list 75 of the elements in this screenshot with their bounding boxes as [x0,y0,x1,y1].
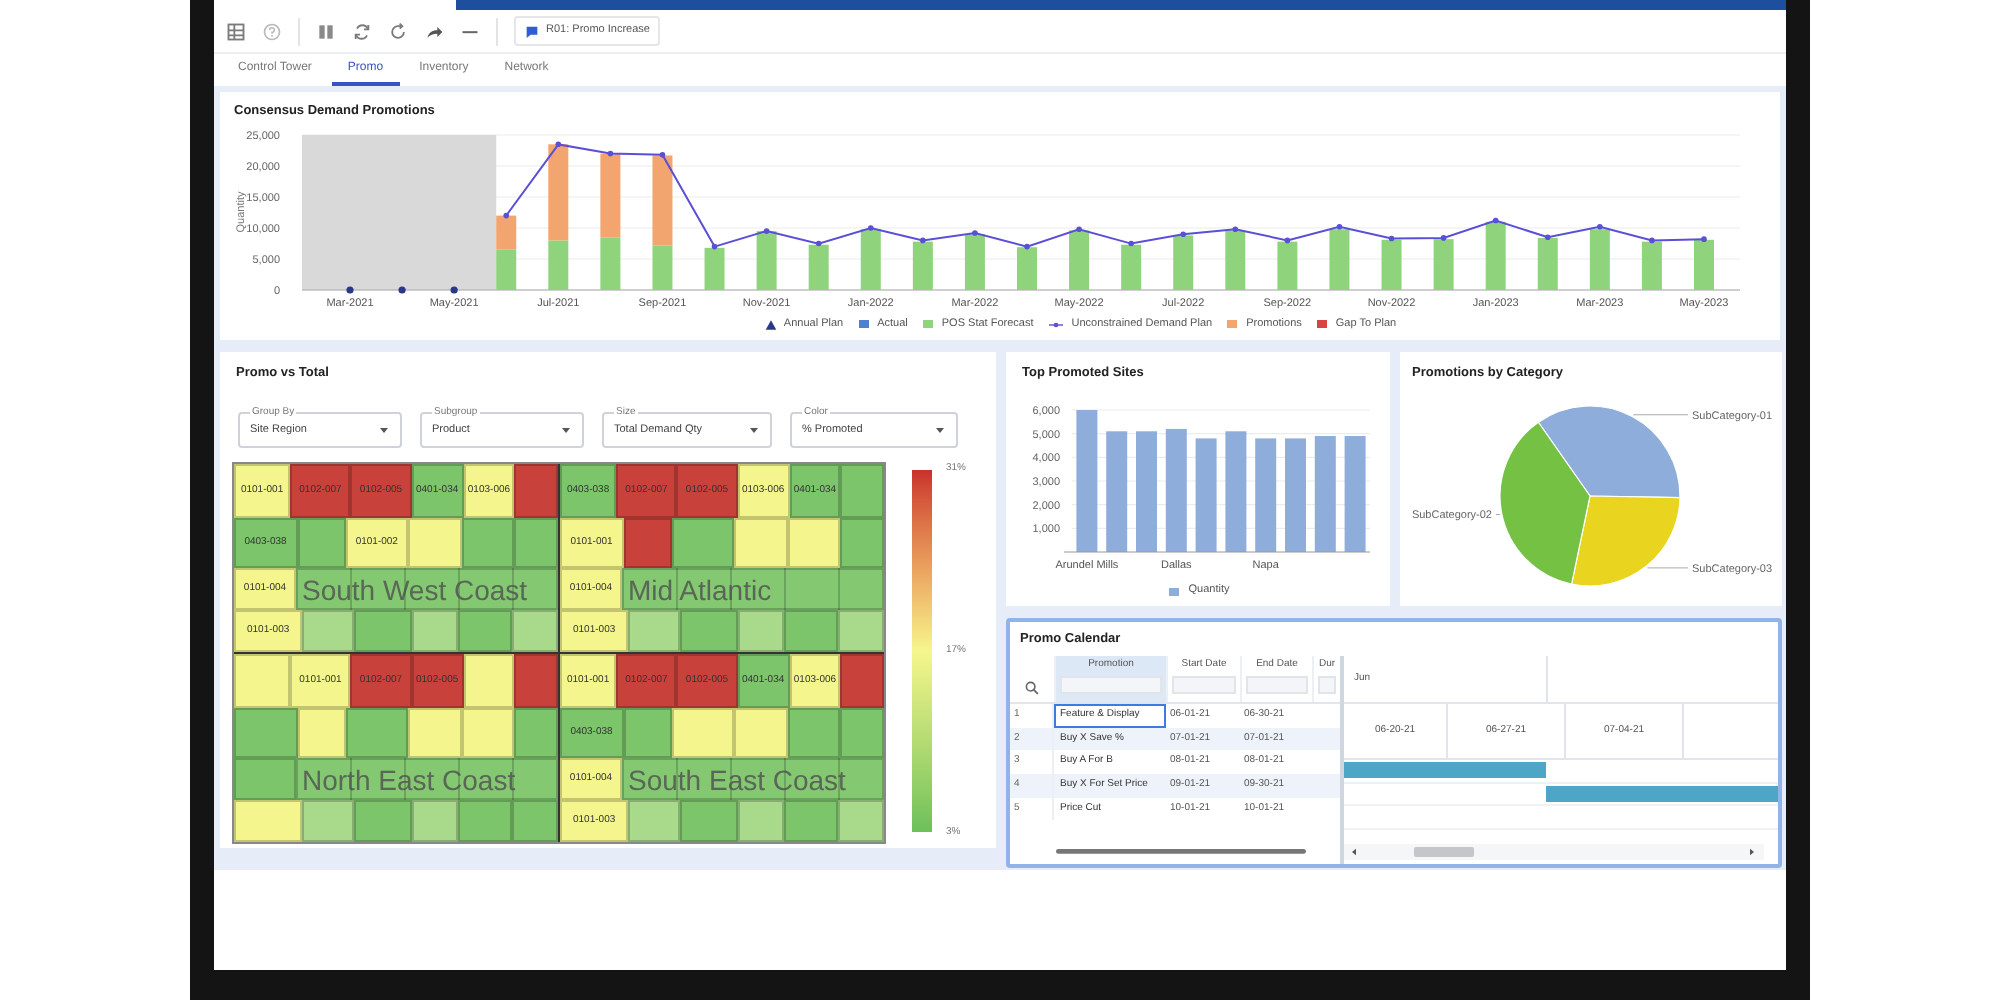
treemap-tile[interactable] [302,800,355,842]
treemap-tile[interactable] [514,654,558,709]
treemap-tile[interactable] [234,800,303,842]
help-icon[interactable] [262,21,282,41]
treemap-tile[interactable] [408,708,462,759]
leader-line [1646,567,1689,569]
treemap-tile[interactable] [354,800,413,842]
treemap-tile[interactable] [784,800,838,842]
treemap-tile[interactable] [671,708,735,759]
treemap-tile[interactable] [840,464,884,519]
treemap-tile[interactable] [628,610,681,652]
search-icon[interactable] [1024,680,1040,696]
region-label: Mid Atlantic [622,568,884,611]
data-point [398,286,406,294]
treemap-tile[interactable] [302,610,355,652]
table-icon[interactable] [226,21,246,41]
columns-icon[interactable] [316,21,336,41]
treemap-tile[interactable] [738,800,785,842]
treemap-tile[interactable] [840,654,884,709]
filter-field[interactable] [1246,676,1308,694]
treemap-tile[interactable] [837,610,884,652]
treemap-tile[interactable] [511,610,558,652]
caret-icon [934,424,946,436]
gantt-bar[interactable] [1546,786,1778,803]
treemap-tile[interactable] [680,800,739,842]
filter-field[interactable] [1172,676,1236,694]
treemap-tile[interactable] [514,464,558,519]
treemap-tile[interactable] [412,610,459,652]
data-point [346,286,354,294]
treemap-tile[interactable] [458,610,512,652]
treemap-tile[interactable] [463,654,515,709]
treemap-tile[interactable] [840,708,884,759]
caret-icon [378,424,390,436]
treemap-tile[interactable] [738,610,785,652]
region-label: South East Coast [622,758,884,801]
scrollbar[interactable] [1344,844,1764,860]
treemap-tile[interactable] [514,518,558,569]
treemap-tile[interactable] [461,518,515,569]
treemap-tile[interactable] [511,800,558,842]
chat-icon [524,23,540,39]
treemap-tile[interactable] [787,518,841,569]
treemap-tile[interactable] [623,708,672,759]
treemap-tile[interactable] [234,654,291,709]
filter-field[interactable] [1318,676,1336,694]
treemap-tile[interactable] [787,708,841,759]
treemap-tile[interactable] [458,800,512,842]
treemap-tile[interactable] [461,708,515,759]
treemap-tile[interactable] [623,518,672,569]
treemap-tile[interactable] [671,518,735,569]
data-point [450,286,458,294]
caret-icon [748,424,760,436]
treemap-tile[interactable] [734,518,788,569]
leader-line [1632,414,1689,416]
treemap-tile[interactable] [408,518,462,569]
treemap-tile[interactable] [840,518,884,569]
region-label: North East Coast [296,758,558,801]
treemap-tile[interactable] [354,610,413,652]
treemap-tile[interactable] [234,708,298,759]
treemap-tile[interactable] [514,708,558,759]
treemap-tile[interactable] [297,518,346,569]
treemap-tile[interactable] [680,610,739,652]
treemap-tile[interactable] [784,610,838,652]
treemap-tile[interactable] [837,800,884,842]
treemap-tile[interactable] [234,758,296,801]
treemap-tile[interactable] [412,800,459,842]
region-label: South West Coast [296,568,558,611]
gantt-bar[interactable] [1344,762,1546,779]
treemap-tile[interactable] [734,708,788,759]
refresh-icon[interactable] [388,21,408,41]
treemap-tile[interactable] [628,800,681,842]
caret-icon [560,424,572,436]
sync-icon[interactable] [352,21,372,41]
treemap-tile[interactable] [297,708,346,759]
share-icon[interactable] [424,21,444,41]
treemap-tile[interactable] [345,708,409,759]
